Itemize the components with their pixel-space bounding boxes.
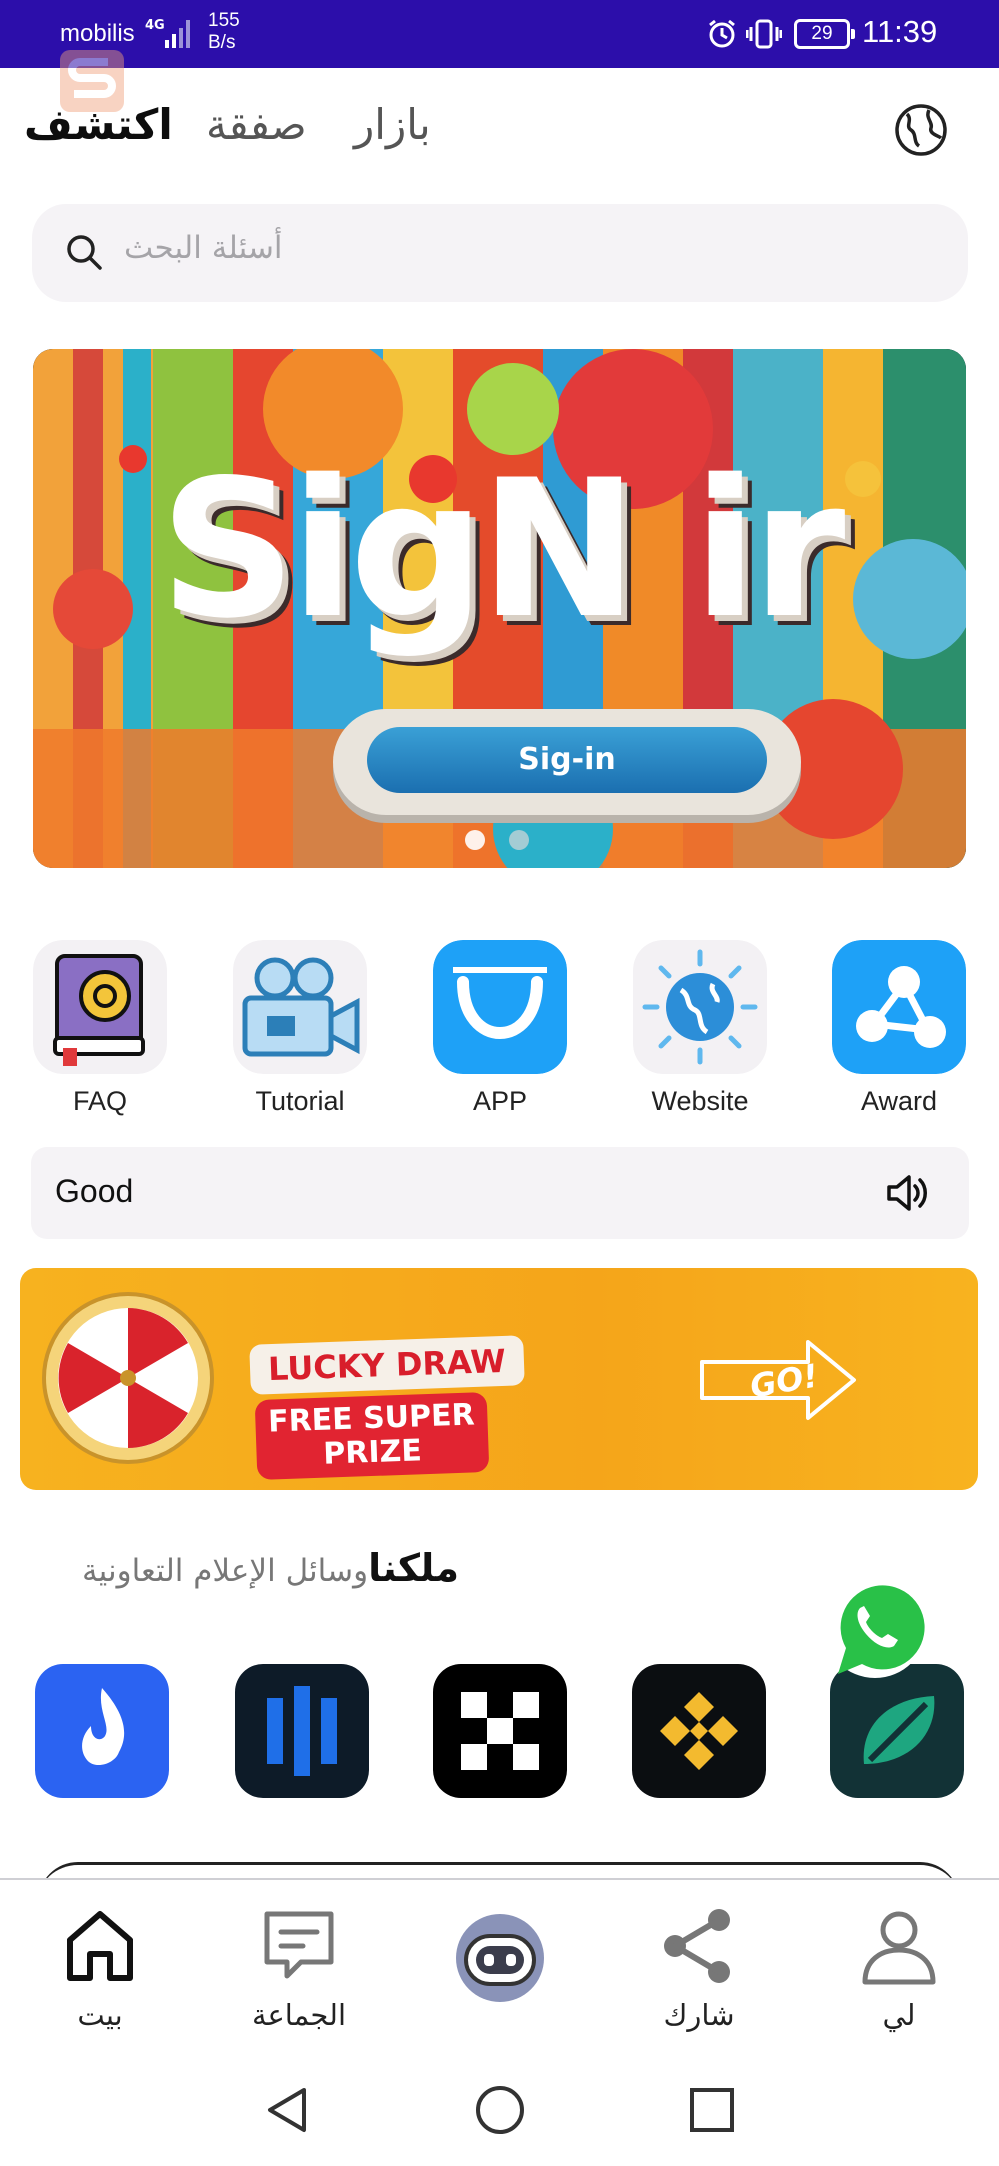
status-bar: mobilis 4G 155 B/s 29 11:39	[0, 0, 999, 68]
huobi-logo[interactable]	[35, 1664, 169, 1798]
quick-link-label: Tutorial	[255, 1086, 345, 1116]
bar-logo[interactable]	[235, 1664, 369, 1798]
speaker-icon	[887, 1175, 927, 1211]
user-icon	[862, 1911, 936, 1985]
section-heading-light: وسائل الإعلام التعاونية	[82, 1553, 369, 1589]
whatsapp-icon[interactable]	[816, 1570, 934, 1688]
nav-share-label: شارك	[663, 1998, 735, 2032]
okx-logo[interactable]	[433, 1664, 567, 1798]
tab-discover[interactable]: اكتشف	[24, 100, 173, 149]
quick-link-faq[interactable]: FAQ	[33, 940, 167, 1117]
carousel-dot-active[interactable]	[465, 830, 485, 850]
quick-link-label: Award	[860, 1086, 938, 1116]
promo-banner[interactable]: SigN ir Sig-in	[33, 349, 966, 868]
nav-home-label: بيت	[77, 1998, 123, 2032]
nav-community-label: الجماعة	[251, 1998, 347, 2032]
lucky-draw-title: LUCKY DRAW	[249, 1335, 525, 1395]
chat-icon	[264, 1911, 334, 1979]
share-nodes-icon	[832, 940, 966, 1074]
network-speed: 155 B/s	[208, 10, 240, 53]
nav-home[interactable]: بيت	[30, 1904, 170, 2032]
quick-link-label: FAQ	[72, 1086, 127, 1116]
quick-link-app[interactable]: APP	[433, 940, 567, 1117]
recents-icon[interactable]	[686, 2084, 738, 2136]
signal-icon	[165, 20, 190, 48]
announcement-text: Good	[55, 1173, 134, 1209]
nav-me[interactable]: لي	[829, 1904, 969, 2032]
alarm-icon	[709, 19, 735, 48]
home-icon	[67, 1911, 133, 1981]
video-camera-icon	[233, 940, 367, 1074]
lucky-draw-subtitle: FREE SUPER PRIZE	[254, 1391, 490, 1481]
banner-title: SigN ir	[159, 439, 846, 660]
system-navigation	[0, 2056, 999, 2166]
globe-icon[interactable]	[893, 102, 949, 158]
tab-deal[interactable]: صفقة	[206, 100, 307, 149]
status-time: 11:39	[862, 14, 938, 49]
search-input[interactable]: أسئلة البحث	[124, 230, 283, 266]
section-heading: ملكناوسائل الإعلام التعاونية	[82, 1546, 459, 1590]
banner-signin-label: Sig-in	[367, 727, 767, 793]
search-icon[interactable]	[64, 232, 104, 272]
share-icon	[664, 1909, 730, 1983]
globe-network-icon	[633, 940, 767, 1074]
book-icon	[33, 940, 167, 1074]
binance-logo[interactable]	[632, 1664, 766, 1798]
battery-indicator: 29	[794, 19, 855, 49]
prize-wheel-icon	[42, 1292, 214, 1464]
nav-share[interactable]: شارك	[629, 1904, 769, 2032]
nav-me-label: لي	[882, 1998, 916, 2032]
announcement-bar[interactable]: Good	[31, 1147, 969, 1239]
quick-link-label: Website	[651, 1086, 749, 1116]
quick-link-tutorial[interactable]: Tutorial	[233, 940, 367, 1117]
bottom-navigation: بيت الجماعة شارك لي	[0, 1878, 999, 2054]
nav-community[interactable]: الجماعة	[229, 1904, 369, 2032]
carousel-dot[interactable]	[509, 830, 529, 850]
quick-link-label: APP	[472, 1086, 528, 1116]
section-heading-bold: ملكنا	[368, 1546, 459, 1590]
quick-link-award[interactable]: Award	[832, 940, 966, 1117]
robot-icon	[456, 1914, 544, 2002]
home-button-icon[interactable]	[474, 2084, 526, 2136]
back-icon[interactable]	[262, 2084, 314, 2136]
shopping-bag-icon	[433, 940, 567, 1074]
lucky-draw-banner[interactable]: LUCKY DRAW FREE SUPER PRIZE GO!	[20, 1268, 978, 1490]
nav-assistant[interactable]	[430, 1904, 570, 2016]
quick-links: FAQ Tutorial APP Website Award	[0, 940, 999, 1120]
quick-link-website[interactable]: Website	[633, 940, 767, 1117]
network-type: 4G	[145, 18, 165, 33]
vibrate-icon	[746, 19, 782, 49]
tab-market[interactable]: بازار	[354, 100, 431, 149]
banner-signin-button[interactable]: Sig-in	[333, 709, 801, 815]
